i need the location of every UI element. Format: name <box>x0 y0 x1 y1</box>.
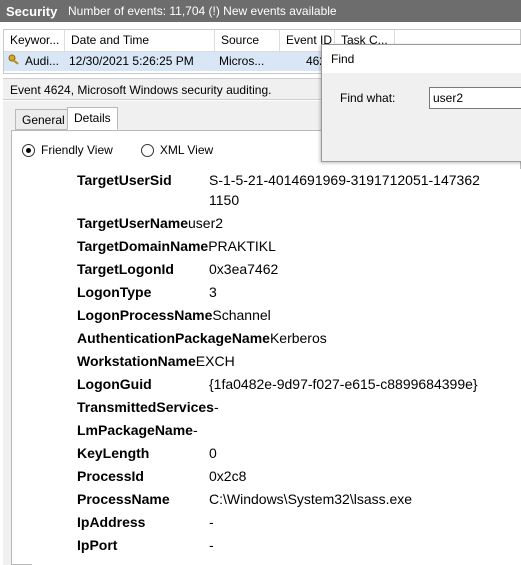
detail-value: user2 <box>188 215 224 231</box>
detail-row: LmPackageName - <box>77 422 198 438</box>
detail-value: Schannel <box>212 307 271 323</box>
log-title: Security <box>6 3 58 19</box>
detail-row: TargetDomainName PRAKTIKL <box>77 238 276 254</box>
detail-key: KeyLength <box>77 445 150 461</box>
xml-view-label[interactable]: XML View <box>160 143 213 157</box>
detail-value: EXCH <box>195 353 235 369</box>
detail-row: TargetUserName user2 <box>77 215 223 231</box>
detail-value: - <box>209 537 214 553</box>
detail-value: - <box>213 399 219 415</box>
row-date-time: 12/30/2021 5:26:25 PM <box>69 54 194 68</box>
detail-value: - <box>192 422 198 438</box>
detail-key: TargetLogonId <box>77 261 174 277</box>
detail-key: LmPackageName <box>77 422 193 438</box>
find-dialog[interactable]: Find Find what: <box>321 44 521 162</box>
xml-view-radio[interactable] <box>140 143 154 157</box>
detail-key: ProcessId <box>77 468 144 484</box>
detail-key: LogonType <box>77 284 152 300</box>
detail-value: PRAKTIKL <box>208 238 276 254</box>
detail-row: TransmittedServices - <box>77 399 219 415</box>
detail-value: 1150 <box>209 192 240 208</box>
find-what-label: Find what: <box>340 91 396 105</box>
view-mode-options: Friendly View XML View <box>22 143 241 157</box>
detail-key: LogonGuid <box>77 376 152 392</box>
detail-value: Kerberos <box>269 330 327 346</box>
tab-details[interactable]: Details <box>67 107 118 130</box>
detail-key: TransmittedServices <box>77 399 214 415</box>
events-count-info: Number of events: 11,704 (!) New events … <box>68 4 337 18</box>
row-keyword-cell: Audi... <box>4 52 65 71</box>
column-header-date-time[interactable]: Date and Time <box>65 30 215 52</box>
detail-key: TargetUserSid <box>77 172 172 188</box>
detail-key: TargetDomainName <box>77 238 209 254</box>
detail-row: AuthenticationPackageName Kerberos <box>77 330 327 346</box>
column-header-keywords[interactable]: Keywor... <box>4 30 65 52</box>
details-panel: Friendly View XML View TargetUserSid S-1-… <box>11 130 521 565</box>
detail-value: - <box>209 514 214 530</box>
detail-row: IpPort - <box>77 537 214 553</box>
detail-row: LogonType 3 <box>77 284 217 300</box>
friendly-view-radio[interactable] <box>22 143 35 157</box>
tab-general[interactable]: General <box>15 109 72 130</box>
detail-value: C:\Windows\System32\lsass.exe <box>209 491 413 507</box>
detail-row: WorkstationName EXCH <box>77 353 235 369</box>
detail-key <box>77 192 209 208</box>
detail-key: IpPort <box>77 537 118 553</box>
find-what-input[interactable] <box>429 87 521 109</box>
detail-key: ProcessName <box>77 491 170 507</box>
detail-key: WorkstationName <box>77 353 196 369</box>
detail-key: TargetUserName <box>77 215 189 231</box>
detail-row: IpAddress - <box>77 514 214 530</box>
detail-value: 3 <box>209 284 217 300</box>
title-bar: Security Number of events: 11,704 (!) Ne… <box>0 0 521 22</box>
event-details-pane: General Details Friendly View XML View T… <box>3 101 521 565</box>
find-dialog-title[interactable]: Find <box>322 45 521 73</box>
detail-row: LogonProcessName Schannel <box>77 307 271 323</box>
event-data-list: TargetUserSid S-1-5-21-4014691969-3191712… <box>32 169 521 565</box>
detail-row: LogonGuid {1fa0482e-9d97-f027-e615-c88996… <box>77 376 478 392</box>
detail-key: LogonProcessName <box>77 307 213 323</box>
detail-key: IpAddress <box>77 514 146 530</box>
detail-value: 0x3ea7462 <box>209 261 279 277</box>
detail-row: TargetLogonId 0x3ea7462 <box>77 261 278 277</box>
detail-value: 0x2c8 <box>209 468 247 484</box>
row-source: Micros... <box>219 54 265 68</box>
row-keyword: Audi... <box>25 54 60 68</box>
key-icon <box>8 53 22 71</box>
detail-row: ProcessId 0x2c8 <box>77 468 246 484</box>
detail-value: 0 <box>209 445 217 461</box>
detail-value: S-1-5-21-4014691969-3191712051-147362 <box>209 172 480 188</box>
detail-row: TargetUserSid S-1-5-21-4014691969-3191712… <box>77 172 480 188</box>
detail-row: 1150 <box>77 192 239 208</box>
detail-key: AuthenticationPackageName <box>77 330 270 346</box>
friendly-view-label[interactable]: Friendly View <box>41 143 113 157</box>
detail-value: {1fa0482e-9d97-f027-e615-c8899684399e} <box>209 376 478 392</box>
detail-row: KeyLength 0 <box>77 445 217 461</box>
column-header-source[interactable]: Source <box>215 30 280 52</box>
detail-row: ProcessName C:\Windows\System32\lsass.exe <box>77 491 412 507</box>
